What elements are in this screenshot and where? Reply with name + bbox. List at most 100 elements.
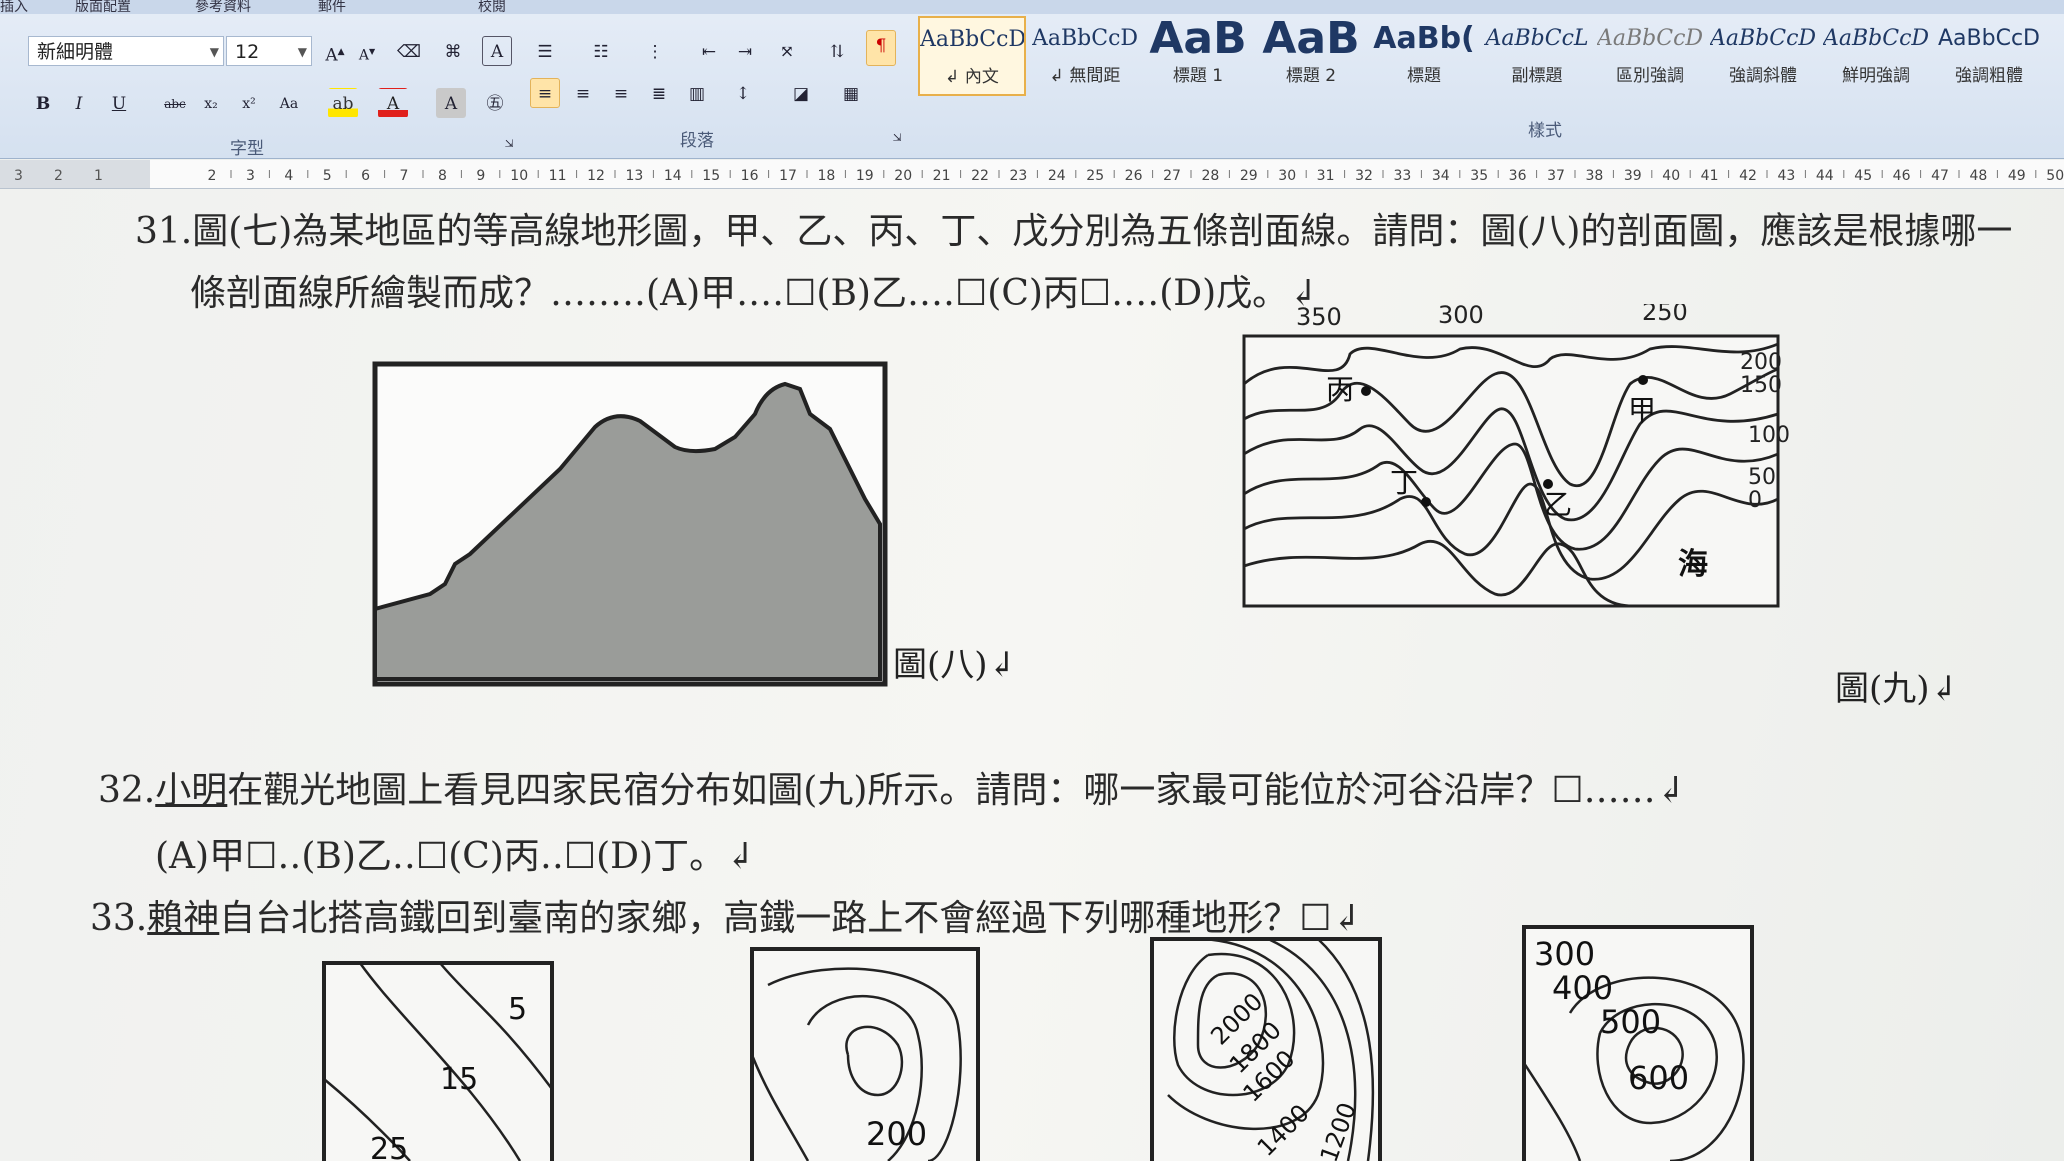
map4-label: 400 <box>1552 969 1613 1007</box>
ruler-mark: 16 <box>741 168 759 184</box>
map4-label: 300 <box>1534 935 1595 973</box>
q32-line1: 32.小明在觀光地圖上看見四家民宿分布如圖(九)所示。請問：哪一家最可能位於河谷… <box>98 761 1686 813</box>
fig9-point-jia <box>1638 375 1648 385</box>
phonetic-guide-icon[interactable]: ⌘ <box>438 36 468 66</box>
ribbon: 插入 版面配置 參考資料 郵件 校閱 新細明體 ▼ 12 ▼ A▲ A▼ ⌫ ⌘… <box>0 0 2064 159</box>
fig9-top-label: 300 <box>1438 304 1484 329</box>
enclose-char-icon[interactable]: ㊄ <box>480 88 510 118</box>
multilevel-list-icon[interactable]: ⋮ <box>640 36 670 66</box>
menu-mailings[interactable]: 郵件 <box>318 0 346 16</box>
option-map-1: 5 15 25 <box>322 961 554 1161</box>
ruler-svg: 3 2 1 2 3 4 5 6 7 8 9 10 11 12 13 14 15 16 17 18 19 20 21 22… <box>0 160 2064 188</box>
ruler-mark: 17 <box>779 168 797 184</box>
ruler-mark: 29 <box>1240 168 1258 184</box>
style-card[interactable]: AaB 標題 1 <box>1144 16 1252 96</box>
change-case-icon[interactable]: Aa <box>274 88 304 118</box>
highlight-icon[interactable]: ab <box>328 88 358 118</box>
ruler-mark: 48 <box>1969 168 1987 184</box>
ruler-marks: 2 3 4 5 6 7 8 9 10 11 12 13 14 15 16 17 18 19 20 21 22 23 24 25… <box>208 168 2064 184</box>
distributed-icon[interactable]: ▥ <box>682 78 712 108</box>
char-shading-icon[interactable]: A <box>436 88 466 118</box>
sort-icon[interactable]: ⇅ <box>822 36 852 66</box>
shading-icon[interactable]: ◪ <box>786 78 816 108</box>
menu-review[interactable]: 校閱 <box>478 0 506 16</box>
bold-icon[interactable]: B <box>28 88 58 118</box>
fig9-right-label: 100 <box>1748 423 1790 448</box>
align-right-icon[interactable]: ≡ <box>606 78 636 108</box>
align-left-icon[interactable]: ≡ <box>530 78 560 108</box>
menu-strip: 插入 版面配置 參考資料 郵件 校閱 <box>0 0 2064 16</box>
ruler-mark: 33 <box>1393 168 1411 184</box>
borders-icon[interactable]: ▦ <box>836 78 866 108</box>
decrease-indent-icon[interactable]: ⇤ <box>694 36 724 66</box>
superscript-icon[interactable]: x² <box>234 88 264 118</box>
ruler-mark: 9 <box>476 168 485 184</box>
style-card[interactable]: AaBb(標題 <box>1370 16 1478 96</box>
style-card[interactable]: AaBbCcL 副標題 <box>1483 16 1591 96</box>
font-size-combo[interactable]: 12 ▼ <box>226 36 312 66</box>
q31-line2: 條剖面線所繪製而成？‥‥‥‥(A)甲‥‥☐(B)乙‥‥☐(C)丙☐‥‥(D)戊。… <box>190 273 1319 314</box>
strikethrough-icon[interactable]: abc <box>160 88 190 118</box>
style-card[interactable]: AaBbCcD 強調粗體 <box>1935 16 2043 96</box>
ruler-mark: 2 <box>208 168 217 184</box>
q32-text: 在觀光地圖上看見四家民宿分布如圖(九)所示。請問：哪一家最可能位於河谷沿岸？☐‥… <box>227 770 1686 811</box>
ruler-mark: 46 <box>1893 168 1911 184</box>
ruler-left-mark: 3 <box>14 168 23 184</box>
style-card[interactable]: AaBbCcD 強調斜體 <box>1709 16 1817 96</box>
q31-line1: 31.圖(七)為某地區的等高線地形圖，甲、乙、丙、丁、戊分別為五條剖面線。請問：… <box>135 211 2013 252</box>
show-marks-icon[interactable]: ¶ <box>866 30 896 66</box>
numbering-icon[interactable]: ☷ <box>586 36 616 66</box>
menu-insert[interactable]: 插入 <box>0 0 28 16</box>
ruler-mark: 37 <box>1547 168 1565 184</box>
justify-icon[interactable]: ≣ <box>644 78 674 108</box>
group-styles-label: 樣式 <box>1528 121 1562 141</box>
ruler-mark: 25 <box>1086 168 1104 184</box>
font-dialog-launcher-icon[interactable]: ⇲ <box>494 128 524 158</box>
chevron-down-icon[interactable]: ▼ <box>298 37 307 67</box>
grow-font-icon[interactable]: A▲ <box>320 36 350 66</box>
ruler-mark: 13 <box>625 168 643 184</box>
shrink-font-icon[interactable]: A▼ <box>352 36 382 66</box>
style-card[interactable]: AaBbCcD 鮮明強調 <box>1822 16 1930 96</box>
paragraph-dialog-launcher-icon[interactable]: ⇲ <box>882 122 912 152</box>
style-name: ↲ 內文 <box>945 67 999 87</box>
ruler-mark: 45 <box>1854 168 1872 184</box>
map2-label: 200 <box>866 1115 927 1153</box>
style-card[interactable]: AaBbCcD ↲ 無間距 <box>1031 16 1139 96</box>
underline-icon[interactable]: U <box>104 88 134 118</box>
line-spacing-icon[interactable]: ↕ <box>728 78 758 108</box>
style-card[interactable]: AaBbCcD 區別強調 <box>1596 16 1704 96</box>
italic-icon[interactable]: I <box>64 88 94 118</box>
char-border-icon[interactable]: A <box>482 36 512 66</box>
ruler-mark: 36 <box>1509 168 1527 184</box>
ruler-mark: 32 <box>1355 168 1373 184</box>
document-page[interactable]: 31.圖(七)為某地區的等高線地形圖，甲、乙、丙、丁、戊分別為五條剖面線。請問：… <box>0 189 2064 1161</box>
style-card[interactable]: AaBbCcD ↲ 內文 <box>918 16 1026 96</box>
style-sample: AaBb( <box>1373 21 1475 56</box>
style-name: 強調粗體 <box>1955 66 2023 86</box>
asian-layout-icon[interactable]: ⤧ <box>772 36 802 66</box>
horizontal-ruler[interactable]: 3 2 1 2 3 4 5 6 7 8 9 10 11 12 13 14 15 16 17 18 19 20 21 22… <box>0 160 2064 189</box>
style-sample: AaB <box>1262 16 1360 64</box>
style-card[interactable]: AaB 標題 2 <box>1257 16 1365 96</box>
ruler-mark: 3 <box>246 168 255 184</box>
style-sample: AaBbCcD <box>1938 26 2040 51</box>
increase-indent-icon[interactable]: ⇥ <box>730 36 760 66</box>
font-color-icon[interactable]: A <box>378 88 408 118</box>
ruler-mark: 47 <box>1931 168 1949 184</box>
bullets-icon[interactable]: ☰ <box>530 36 560 66</box>
ruler-mark: 19 <box>856 168 874 184</box>
chevron-down-icon[interactable]: ▼ <box>210 37 219 67</box>
fig9-point-ding <box>1421 497 1431 507</box>
align-center-icon[interactable]: ≡ <box>568 78 598 108</box>
font-name-combo[interactable]: 新細明體 ▼ <box>28 36 224 66</box>
menu-layout[interactable]: 版面配置 <box>75 0 131 16</box>
ruler-mark: 18 <box>817 168 835 184</box>
fig9-point-bing <box>1361 386 1371 396</box>
subscript-icon[interactable]: x₂ <box>196 88 226 118</box>
clear-format-icon[interactable]: ⌫ <box>394 36 424 66</box>
q33-line: 33.賴神自台北搭高鐵回到臺南的家鄉，高鐵一路上不會經過下列哪種地形？☐↲ <box>90 889 1362 941</box>
fig9-point-label: 乙 <box>1544 488 1572 521</box>
menu-references[interactable]: 參考資料 <box>195 0 251 16</box>
style-sample: AaBbCcD <box>1710 26 1817 51</box>
